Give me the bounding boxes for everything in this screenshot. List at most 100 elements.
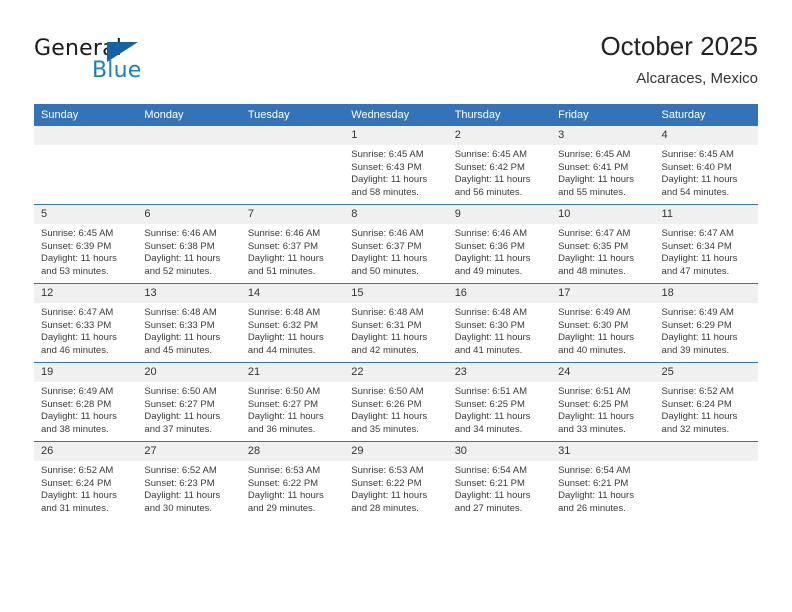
day-number: 15	[344, 284, 448, 303]
day-cell-inner: 23 Sunrise: 6:51 AM Sunset: 6:25 PM Dayligh…	[447, 363, 552, 441]
calendar-day-cell[interactable]: 26 Sunrise: 6:52 AM Sunset: 6:24 PM Dayligh…	[34, 441, 138, 520]
calendar-day-cell[interactable]: 24 Sunrise: 6:51 AM Sunset: 6:25 PM Dayligh…	[551, 362, 655, 442]
daylight-text: Daylight: 11 hours and 33 minutes.	[558, 411, 634, 435]
calendar-day-cell[interactable]: 12 Sunrise: 6:47 AM Sunset: 6:33 PM Dayligh…	[34, 283, 138, 363]
day-cell-inner: 16 Sunrise: 6:48 AM Sunset: 6:30 PM Dayligh…	[447, 284, 552, 362]
day-cell-inner: 26 Sunrise: 6:52 AM Sunset: 6:24 PM Dayligh…	[34, 442, 138, 520]
daylight-text: Daylight: 11 hours and 52 minutes.	[144, 253, 221, 277]
sunset-text: Sunset: 6:42 PM	[454, 161, 525, 173]
calendar-day-cell[interactable]: 2 Sunrise: 6:45 AM Sunset: 6:42 PM Daylight…	[447, 126, 552, 205]
day-number	[34, 126, 138, 145]
day-number: 26	[34, 442, 138, 461]
daylight-text: Daylight: 11 hours and 30 minutes.	[144, 490, 221, 514]
calendar-day-cell[interactable]: 13 Sunrise: 6:48 AM Sunset: 6:33 PM Dayligh…	[137, 283, 241, 363]
day-cell-inner: 18 Sunrise: 6:49 AM Sunset: 6:29 PM Dayligh…	[654, 284, 758, 362]
day-details: Sunrise: 6:47 AM Sunset: 6:33 PM Daylight:…	[34, 303, 137, 357]
general-blue-logo: General Blue	[34, 36, 244, 90]
weekday-header-thursday: Thursday	[447, 104, 552, 126]
day-number: 17	[551, 284, 655, 303]
calendar-day-cell[interactable]: 17 Sunrise: 6:49 AM Sunset: 6:30 PM Dayligh…	[551, 283, 655, 363]
calendar-day-cell[interactable]: 5 Sunrise: 6:45 AM Sunset: 6:39 PM Daylight…	[34, 204, 138, 284]
day-cell-inner: 25 Sunrise: 6:52 AM Sunset: 6:24 PM Dayligh…	[654, 363, 758, 441]
daylight-text: Daylight: 11 hours and 46 minutes.	[41, 332, 117, 356]
calendar-day-cell[interactable]: 7 Sunrise: 6:46 AM Sunset: 6:37 PM Daylight…	[240, 204, 345, 284]
day-number: 20	[137, 363, 241, 382]
daylight-text: Daylight: 11 hours and 42 minutes.	[351, 332, 428, 356]
day-number: 12	[34, 284, 138, 303]
daylight-text: Daylight: 11 hours and 26 minutes.	[558, 490, 634, 514]
day-cell-inner: 19 Sunrise: 6:49 AM Sunset: 6:28 PM Dayligh…	[34, 363, 138, 441]
sunrise-text: Sunrise: 6:52 AM	[41, 465, 114, 476]
day-details: Sunrise: 6:51 AM Sunset: 6:25 PM Daylight:…	[551, 382, 654, 436]
sunset-text: Sunset: 6:37 PM	[351, 240, 422, 252]
calendar-day-cell[interactable]: 30 Sunrise: 6:54 AM Sunset: 6:21 PM Dayligh…	[447, 441, 552, 520]
calendar-day-cell[interactable]: 25 Sunrise: 6:52 AM Sunset: 6:24 PM Dayligh…	[654, 362, 758, 442]
calendar-day-cell[interactable]: 28 Sunrise: 6:53 AM Sunset: 6:22 PM Dayligh…	[240, 441, 345, 520]
calendar-day-cell[interactable]: 23 Sunrise: 6:51 AM Sunset: 6:25 PM Dayligh…	[447, 362, 552, 442]
calendar-day-cell[interactable]: 14 Sunrise: 6:48 AM Sunset: 6:32 PM Dayligh…	[240, 283, 345, 363]
calendar-day-cell[interactable]: 11 Sunrise: 6:47 AM Sunset: 6:34 PM Dayligh…	[654, 204, 758, 284]
sunrise-text: Sunrise: 6:46 AM	[351, 228, 424, 239]
calendar-day-cell[interactable]: 16 Sunrise: 6:48 AM Sunset: 6:30 PM Dayligh…	[447, 283, 552, 363]
sunrise-text: Sunrise: 6:49 AM	[661, 307, 734, 318]
sunrise-text: Sunrise: 6:49 AM	[558, 307, 631, 318]
day-details: Sunrise: 6:46 AM Sunset: 6:38 PM Daylight:…	[137, 224, 240, 278]
day-details: Sunrise: 6:49 AM Sunset: 6:30 PM Daylight:…	[551, 303, 654, 357]
day-number: 22	[344, 363, 448, 382]
day-details: Sunrise: 6:49 AM Sunset: 6:28 PM Daylight:…	[34, 382, 137, 436]
day-details: Sunrise: 6:50 AM Sunset: 6:27 PM Daylight:…	[241, 382, 344, 436]
day-number: 25	[654, 363, 758, 382]
calendar-day-cell[interactable]: 19 Sunrise: 6:49 AM Sunset: 6:28 PM Dayligh…	[34, 362, 138, 442]
day-number: 18	[654, 284, 758, 303]
sunset-text: Sunset: 6:27 PM	[144, 398, 215, 410]
sunset-text: Sunset: 6:22 PM	[247, 477, 319, 489]
calendar-day-cell[interactable]: 9 Sunrise: 6:46 AM Sunset: 6:36 PM Daylight…	[447, 204, 552, 284]
sunrise-text: Sunrise: 6:47 AM	[661, 228, 734, 239]
daylight-text: Daylight: 11 hours and 31 minutes.	[41, 490, 117, 514]
sunset-text: Sunset: 6:35 PM	[558, 240, 629, 252]
day-cell-inner: 2 Sunrise: 6:45 AM Sunset: 6:42 PM Daylight…	[447, 126, 552, 204]
sunset-text: Sunset: 6:24 PM	[661, 398, 732, 410]
calendar-day-cell[interactable]: 8 Sunrise: 6:46 AM Sunset: 6:37 PM Daylight…	[344, 204, 448, 284]
calendar-day-cell[interactable]: 29 Sunrise: 6:53 AM Sunset: 6:22 PM Dayligh…	[344, 441, 448, 520]
day-number: 10	[551, 205, 655, 224]
calendar-day-cell[interactable]: 31 Sunrise: 6:54 AM Sunset: 6:21 PM Dayligh…	[551, 441, 655, 520]
calendar-day-cell[interactable]: 1 Sunrise: 6:45 AM Sunset: 6:43 PM Daylight…	[344, 126, 448, 205]
calendar-day-cell[interactable]: 21 Sunrise: 6:50 AM Sunset: 6:27 PM Dayligh…	[240, 362, 345, 442]
sunrise-text: Sunrise: 6:50 AM	[247, 386, 321, 397]
day-cell-inner: 7 Sunrise: 6:46 AM Sunset: 6:37 PM Daylight…	[240, 205, 345, 283]
calendar-day-cell[interactable]: 6 Sunrise: 6:46 AM Sunset: 6:38 PM Daylight…	[137, 204, 241, 284]
calendar-day-cell[interactable]: 4 Sunrise: 6:45 AM Sunset: 6:40 PM Daylight…	[654, 126, 758, 205]
calendar-day-cell[interactable]: 18 Sunrise: 6:49 AM Sunset: 6:29 PM Dayligh…	[654, 283, 758, 363]
calendar-day-cell[interactable]: 10 Sunrise: 6:47 AM Sunset: 6:35 PM Dayligh…	[551, 204, 655, 284]
sunrise-text: Sunrise: 6:47 AM	[558, 228, 631, 239]
calendar-day-cell[interactable]: 27 Sunrise: 6:52 AM Sunset: 6:23 PM Dayligh…	[137, 441, 241, 520]
sunrise-text: Sunrise: 6:52 AM	[661, 386, 734, 397]
day-cell-inner: 14 Sunrise: 6:48 AM Sunset: 6:32 PM Dayligh…	[240, 284, 345, 362]
daylight-text: Daylight: 11 hours and 44 minutes.	[247, 332, 324, 356]
calendar-day-cell-empty	[34, 126, 138, 205]
sunrise-text: Sunrise: 6:51 AM	[558, 386, 631, 397]
daylight-text: Daylight: 11 hours and 50 minutes.	[351, 253, 428, 277]
day-number: 21	[240, 363, 345, 382]
sunrise-text: Sunrise: 6:46 AM	[454, 228, 528, 239]
calendar-day-cell[interactable]: 3 Sunrise: 6:45 AM Sunset: 6:41 PM Daylight…	[551, 126, 655, 205]
day-details: Sunrise: 6:47 AM Sunset: 6:35 PM Daylight:…	[551, 224, 654, 278]
sunrise-text: Sunrise: 6:45 AM	[454, 149, 528, 160]
day-cell-inner	[654, 442, 758, 520]
day-cell-inner: 1 Sunrise: 6:45 AM Sunset: 6:43 PM Daylight…	[344, 126, 448, 204]
sunrise-text: Sunrise: 6:50 AM	[144, 386, 217, 397]
calendar-day-cell[interactable]: 22 Sunrise: 6:50 AM Sunset: 6:26 PM Dayligh…	[344, 362, 448, 442]
day-cell-inner: 29 Sunrise: 6:53 AM Sunset: 6:22 PM Dayligh…	[344, 442, 448, 520]
day-cell-inner: 31 Sunrise: 6:54 AM Sunset: 6:21 PM Dayligh…	[551, 442, 655, 520]
day-number: 24	[551, 363, 655, 382]
sunrise-text: Sunrise: 6:45 AM	[351, 149, 424, 160]
sunset-text: Sunset: 6:27 PM	[247, 398, 319, 410]
day-cell-inner: 17 Sunrise: 6:49 AM Sunset: 6:30 PM Dayligh…	[551, 284, 655, 362]
calendar-day-cell[interactable]: 15 Sunrise: 6:48 AM Sunset: 6:31 PM Dayligh…	[344, 283, 448, 363]
page-header: General Blue October 2025 Alcaraces, Mex…	[0, 0, 792, 100]
day-number: 8	[344, 205, 448, 224]
day-cell-inner: 30 Sunrise: 6:54 AM Sunset: 6:21 PM Dayligh…	[447, 442, 552, 520]
calendar-week-row: 1 Sunrise: 6:45 AM Sunset: 6:43 PM Daylight…	[34, 126, 758, 205]
calendar-day-cell[interactable]: 20 Sunrise: 6:50 AM Sunset: 6:27 PM Dayligh…	[137, 362, 241, 442]
